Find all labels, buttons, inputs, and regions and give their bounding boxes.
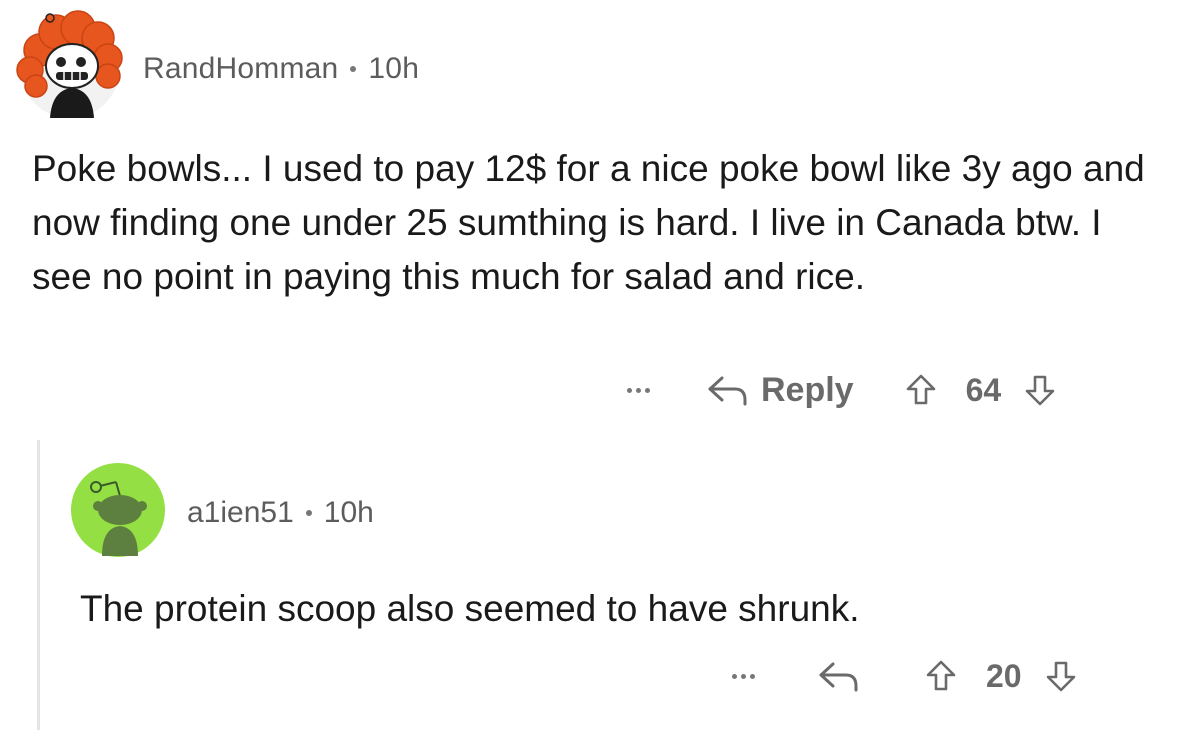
dot-icon	[731, 673, 737, 679]
upvote-button[interactable]	[924, 658, 958, 694]
comment-thread: RandHomman 10h Poke bowls... I used to p…	[0, 0, 1182, 730]
upvote-button[interactable]	[904, 372, 938, 408]
upvote-arrow-icon	[926, 660, 956, 691]
dot-icon	[644, 387, 650, 393]
dot-icon	[626, 387, 632, 393]
timestamp[interactable]: 10h	[324, 496, 374, 530]
downvote-button[interactable]	[1044, 658, 1078, 694]
username-link[interactable]: RandHomman	[143, 52, 338, 86]
reply-arrow-icon	[819, 662, 858, 692]
more-options-button[interactable]	[615, 387, 661, 393]
dot-icon	[740, 673, 746, 679]
orange-hair-snoo-avatar-icon	[16, 10, 123, 118]
downvote-button[interactable]	[1023, 372, 1057, 408]
default-snoo-avatar-icon	[71, 463, 165, 557]
comment-actions: 20	[720, 648, 1078, 704]
more-options-button[interactable]	[720, 673, 766, 679]
upvote-arrow-icon	[906, 374, 935, 405]
reply-arrow-icon	[708, 376, 747, 406]
reply-label: Reply	[761, 370, 854, 409]
timestamp[interactable]: 10h	[368, 52, 419, 86]
downvote-arrow-icon	[1025, 375, 1055, 406]
reply-button[interactable]	[816, 659, 860, 693]
comment-meta: RandHomman 10h	[143, 52, 419, 86]
vote-count: 20	[986, 657, 1022, 694]
vote-count: 64	[965, 371, 1002, 408]
separator-dot	[350, 66, 357, 72]
reply-button[interactable]: Reply	[705, 371, 854, 410]
comment-meta: a1ien51 10h	[187, 496, 374, 530]
downvote-arrow-icon	[1046, 661, 1075, 692]
user-avatar-randhomman[interactable]	[14, 8, 126, 120]
comment-body: Poke bowls... I used to pay 12$ for a ni…	[32, 148, 1145, 297]
comment-body: The protein scoop also seemed to have sh…	[80, 588, 860, 629]
thread-line[interactable]	[37, 440, 40, 730]
username-link[interactable]: a1ien51	[187, 496, 294, 530]
separator-dot	[305, 510, 312, 516]
user-avatar-a1ien51[interactable]	[70, 462, 166, 558]
dot-icon	[749, 673, 755, 679]
comment-actions: Reply 64	[615, 362, 1057, 418]
vote-controls: 64	[904, 372, 1058, 409]
vote-controls: 20	[924, 658, 1078, 695]
dot-icon	[635, 387, 641, 393]
